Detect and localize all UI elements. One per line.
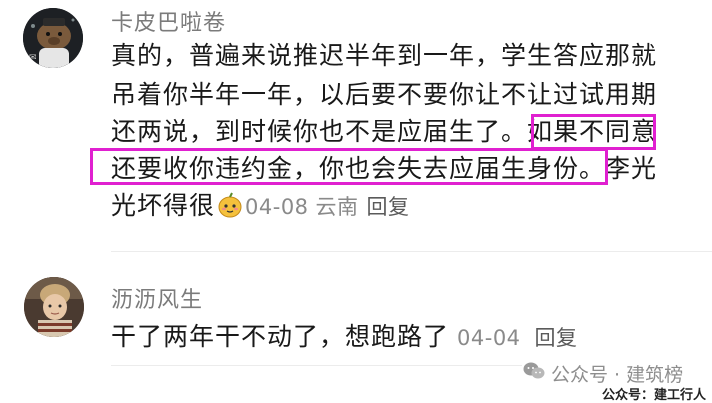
capybara-avatar-icon: ✉ (23, 8, 83, 68)
comment-username[interactable]: 卡皮巴啦卷 (111, 5, 226, 37)
highlight-box (531, 114, 656, 150)
watermark-main: 公众号 · 建筑榜 (523, 360, 683, 387)
comment-text-line: 光坏得很 (111, 191, 216, 220)
reply-button[interactable]: 回复 (367, 195, 410, 219)
comment-divider (111, 365, 522, 366)
comment-last-line: 干了两年干不动了，想跑路了 04-04 回复 (111, 320, 578, 355)
reply-button[interactable]: 回复 (535, 326, 578, 350)
avatar[interactable]: ✉ (23, 8, 83, 68)
comment-text-line: 干了两年干不动了，想跑路了 (111, 322, 450, 351)
highlight-box (90, 148, 608, 185)
avatar[interactable] (24, 277, 84, 337)
comment-date: 04-04 (457, 326, 521, 350)
comment-location: 云南 (315, 195, 359, 219)
comment-divider (111, 251, 712, 252)
wechat-logo-icon (523, 361, 545, 386)
comment-username[interactable]: 沥沥风生 (111, 282, 203, 314)
comment-text-line: 真的，普遍来说推迟半年到一年，学生答应那就 (111, 41, 658, 70)
comment-date: 04-08 (245, 195, 309, 219)
watermark-sub: 公众号：建工行人 (601, 388, 706, 403)
pear-face-emoji-icon (217, 192, 243, 218)
watermark-main-text: 公众号 · 建筑榜 (551, 364, 684, 386)
child-photo-avatar-icon (24, 277, 84, 337)
svg-text:✉: ✉ (29, 53, 37, 63)
comment-last-line: 光坏得很 04-08 云南 回复 (111, 189, 410, 224)
comment-text-line: 吊着你半年一年，以后要不要你让不让过试用期 (111, 80, 658, 109)
